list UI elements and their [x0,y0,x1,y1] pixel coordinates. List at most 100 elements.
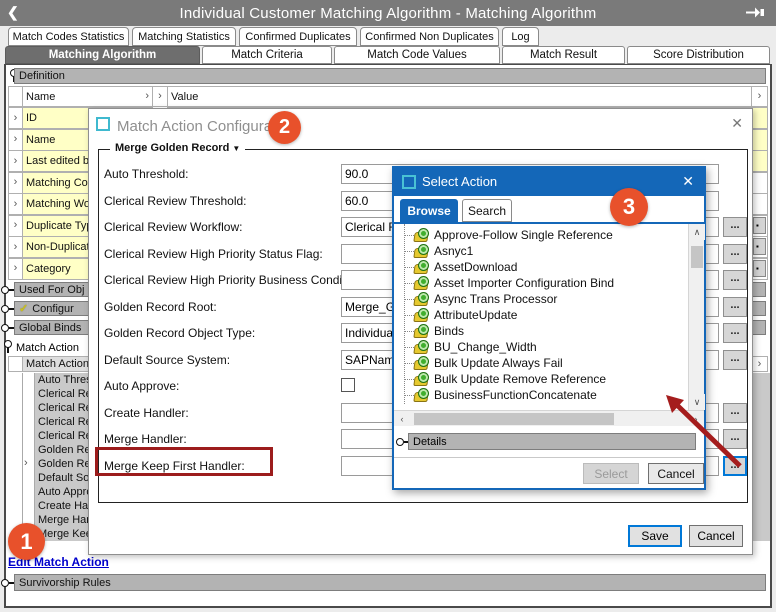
tab-match-criteria[interactable]: Match Criteria [202,46,332,64]
scroll-down-icon[interactable]: ∨ [689,394,705,410]
field-label: Auto Approve: [104,376,339,396]
select-cancel-button[interactable]: Cancel [648,463,704,484]
value-browse-button[interactable]: ▪ [753,260,766,277]
check-icon: ✓ [19,302,28,315]
close-icon[interactable]: ✕ [731,115,743,132]
grid-header-chevron-cell[interactable]: › [152,86,168,107]
action-list-item[interactable]: BusinessFunctionConcatenate [394,387,688,403]
action-list-item[interactable]: AttributeUpdate [394,307,688,323]
scrollbar-thumb[interactable] [691,246,703,268]
row-expander[interactable]: › [8,215,23,237]
action-list-item[interactable]: Bulk Update Always Fail [394,355,688,371]
browse-button[interactable]: ... [723,244,747,264]
browse-button[interactable]: ... [723,217,747,237]
group-label-text: Merge Golden Record [115,142,229,154]
row-expander[interactable]: › [8,129,23,151]
field-label: Clerical Review High Priority Status Fla… [104,244,339,264]
action-list-item[interactable]: Binds [394,323,688,339]
section-definition[interactable]: Definition [14,68,766,84]
browse-button[interactable]: ... [723,350,747,370]
value-browse-button[interactable]: ▪ [753,217,766,234]
action-list: Approve-Follow Single Reference Asnyc1 A… [394,224,688,410]
tab-browse[interactable]: Browse [400,199,458,222]
browse-button[interactable]: ... [723,456,747,476]
back-chevron-icon[interactable]: ❮ [7,4,19,21]
action-label: Asset Importer Configuration Bind [418,276,614,290]
field-label: Default Source System: [104,350,339,370]
action-list-item[interactable]: Asset Importer Configuration Bind [394,275,688,291]
field-label: Clerical Review High Priority Business C… [104,270,339,290]
tab-matching-algorithm[interactable]: Matching Algorithm [5,46,200,64]
key-icon [1,304,14,313]
horizontal-scrollbar[interactable]: ‹ › [394,410,704,426]
select-action-dialog: Select Action ✕ Browse Search Approve-Fo… [392,166,706,490]
select-action-tabstrip: Browse Search [394,196,704,224]
action-list-item[interactable]: Bulk Update Remove Reference [394,371,688,387]
tab-confirmed-non-duplicates[interactable]: Confirmed Non Duplicates [360,27,499,46]
field-label: Create Handler: [104,403,339,423]
browse-button[interactable]: ... [723,270,747,290]
auto-approve-checkbox[interactable] [341,378,355,392]
chevron-right-icon: › [145,91,149,102]
field-label: Clerical Review Workflow: [104,217,339,237]
row-expander[interactable]: › [8,193,23,215]
tab-score-distribution[interactable]: Score Distribution [627,46,770,64]
row-expander[interactable]: › [8,236,23,258]
action-list-item[interactable]: AssetDownload [394,259,688,275]
grid-header-right-chevron[interactable]: › [751,86,768,107]
browse-button[interactable]: ... [723,403,747,423]
pin-icon[interactable] [746,6,766,24]
scroll-up-icon[interactable]: ∧ [689,224,705,240]
value-browse-button[interactable]: ▪ [753,238,766,255]
action-icon [414,324,430,338]
browse-button[interactable]: ... [723,323,747,343]
action-list-item[interactable]: BU_Change_Width [394,339,688,355]
action-icon [414,356,430,370]
dialog-icon [96,117,110,131]
grid-header-value[interactable]: Value [167,86,752,107]
chevron-right-icon: › [14,263,18,274]
dialog-icon [402,175,416,189]
field-label: Golden Record Object Type: [104,323,339,343]
row-expander[interactable]: › [8,107,23,129]
row-expander[interactable]: › [8,150,23,172]
details-section[interactable]: Details [408,433,696,450]
save-button[interactable]: Save [628,525,682,547]
vertical-scrollbar[interactable]: ∧ ∨ [688,224,704,410]
action-icon [414,244,430,258]
chevron-right-icon: › [14,134,18,145]
close-icon[interactable]: ✕ [682,173,694,190]
browse-button[interactable]: ... [723,429,747,449]
row-expander[interactable]: › [8,172,23,194]
chevron-right-icon[interactable]: › [24,458,28,469]
browse-button[interactable]: ... [723,297,747,317]
action-list-item[interactable]: Asnyc1 [394,243,688,259]
divider [394,457,704,458]
scrollbar-thumb[interactable] [414,413,614,425]
tab-search[interactable]: Search [462,199,512,222]
section-match-action[interactable]: Match Action [16,340,79,355]
tab-confirmed-duplicates[interactable]: Confirmed Duplicates [239,27,357,46]
section-survivorship-rules[interactable]: Survivorship Rules [14,574,766,591]
annotation-badge-3: 3 [610,188,648,226]
cancel-button[interactable]: Cancel [689,525,743,547]
chevron-right-icon: › [758,91,762,102]
tab-match-result[interactable]: Match Result [502,46,625,64]
action-list-item[interactable]: Async Trans Processor [394,291,688,307]
action-icon [414,388,430,402]
grid-header-name[interactable]: Name › [22,86,153,107]
group-label[interactable]: Merge Golden Record ▼ [110,142,245,154]
action-label: BU_Change_Width [418,340,537,354]
tab-log[interactable]: Log [502,27,539,46]
annotation-badge-2: 2 [268,111,301,144]
tab-match-code-values[interactable]: Match Code Values [334,46,500,64]
chevron-right-icon: › [14,242,18,253]
scroll-left-icon[interactable]: ‹ [394,411,410,426]
scroll-right-icon[interactable]: › [688,411,704,426]
action-icon [414,228,430,242]
row-expander[interactable]: › [8,258,23,280]
action-list-item[interactable]: Approve-Follow Single Reference [394,227,688,243]
tab-match-codes-statistics[interactable]: Match Codes Statistics [8,27,129,46]
select-button[interactable]: Select [583,463,639,484]
tab-matching-statistics[interactable]: Matching Statistics [132,27,236,46]
